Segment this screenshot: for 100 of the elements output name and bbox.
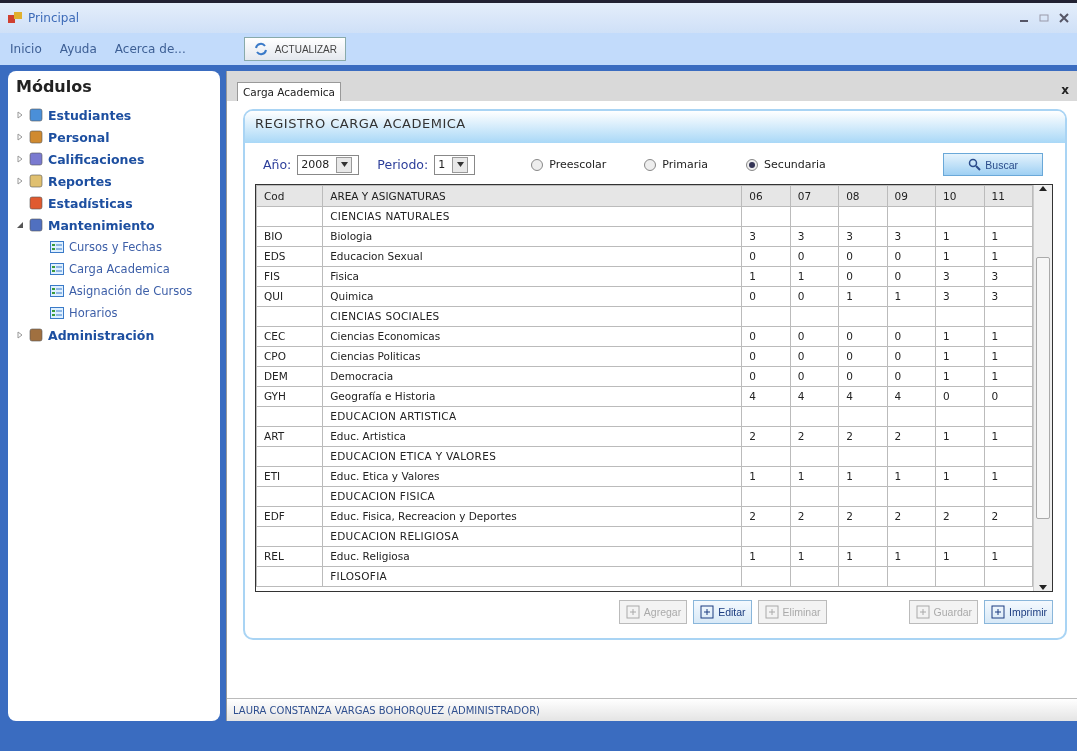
- table-cell: 3: [943, 290, 950, 302]
- table-cell: QUI: [264, 290, 284, 302]
- table-cell: 2: [749, 510, 756, 522]
- year-dropdown[interactable]: 2008: [297, 154, 360, 175]
- period-label: Periodo:: [377, 157, 429, 172]
- tree-item[interactable]: Horarios: [69, 306, 118, 320]
- column-header[interactable]: 08: [838, 185, 888, 207]
- tree-item[interactable]: Mantenimiento: [48, 217, 155, 233]
- table-cell: 1: [943, 250, 950, 262]
- scroll-up-icon[interactable]: [1039, 185, 1047, 193]
- table-cell: 1: [991, 250, 999, 262]
- group-cell: CIENCIAS SOCIALES: [330, 310, 440, 322]
- table-cell: 2: [991, 510, 999, 522]
- column-header[interactable]: AREA Y ASIGNATURAS: [322, 185, 742, 207]
- menu-item[interactable]: Inicio: [10, 42, 42, 56]
- table-cell: REL: [264, 550, 284, 562]
- table-cell: 0: [749, 290, 756, 302]
- tab-close-button[interactable]: x: [1053, 83, 1077, 101]
- menu-item[interactable]: Acerca de...: [114, 42, 186, 56]
- table-cell: 0: [749, 330, 756, 342]
- table-cell: 0: [846, 370, 853, 382]
- table-cell: 1: [894, 470, 902, 482]
- table-cell: 1: [797, 470, 805, 482]
- table-cell: 0: [797, 250, 805, 262]
- table-cell: 0: [943, 390, 950, 402]
- column-header[interactable]: 07: [790, 185, 839, 207]
- tree-item[interactable]: Estudiantes: [48, 107, 132, 123]
- table-cell: 1: [749, 470, 756, 482]
- table-cell: 4: [894, 390, 902, 402]
- table-cell: 0: [749, 250, 756, 262]
- scroll-down-icon[interactable]: [1039, 583, 1047, 591]
- table-cell: 1: [943, 430, 950, 442]
- table-cell: 1: [991, 370, 999, 382]
- group-cell: EDUCACION FISICA: [330, 490, 436, 502]
- table-cell: 3: [991, 290, 999, 302]
- table-cell: 2: [894, 430, 902, 442]
- table-cell: 1: [943, 330, 950, 342]
- action-button[interactable]: Imprimir: [984, 600, 1053, 624]
- list-icon: [50, 307, 64, 319]
- table-cell: Educ. Religiosa: [330, 550, 410, 562]
- table-cell: 1: [991, 430, 999, 442]
- close-icon[interactable]: [1059, 13, 1069, 23]
- table-cell: 1: [943, 550, 950, 562]
- tree-item[interactable]: Carga Academica: [69, 262, 170, 276]
- tab[interactable]: Carga Academica: [237, 82, 342, 101]
- radio-button[interactable]: [644, 158, 657, 171]
- table-cell: 1: [894, 290, 902, 302]
- table-cell: 4: [749, 390, 756, 402]
- refresh-button[interactable]: ACTUALIZAR: [243, 37, 346, 61]
- table-cell: Quimica: [330, 290, 374, 302]
- tree-item[interactable]: Reportes: [48, 173, 112, 189]
- menu-item[interactable]: Ayuda: [59, 42, 97, 56]
- group-cell: EDUCACION ARTISTICA: [330, 410, 457, 422]
- radio-button[interactable]: [746, 158, 759, 171]
- tree-item[interactable]: Personal: [48, 129, 110, 145]
- table-cell: 0: [894, 370, 902, 382]
- list-icon: [50, 241, 64, 253]
- table-cell: 4: [797, 390, 805, 402]
- scrollbar-thumb[interactable]: [1036, 257, 1050, 519]
- table-cell: 1: [943, 350, 950, 362]
- table-cell: 0: [749, 350, 756, 362]
- maximize-icon[interactable]: [1039, 13, 1049, 23]
- table-cell: Democracia: [330, 370, 394, 382]
- table-cell: 1: [749, 550, 756, 562]
- list-icon: [50, 263, 64, 275]
- column-header[interactable]: 09: [887, 185, 936, 207]
- expander-icon[interactable]: [16, 221, 24, 229]
- group-cell: EDUCACION ETICA Y VALORES: [330, 450, 497, 462]
- table-cell: 1: [846, 470, 853, 482]
- table-cell: Educ. Fisica, Recreacion y Deportes: [330, 510, 517, 522]
- table-cell: ART: [264, 430, 285, 442]
- panel-title: REGISTRO CARGA ACADEMICA: [245, 111, 1065, 143]
- tree-item[interactable]: Cursos y Fechas: [69, 240, 162, 254]
- table-cell: ETI: [264, 470, 281, 482]
- search-button[interactable]: Buscar: [943, 153, 1043, 176]
- table-cell: BIO: [264, 230, 283, 242]
- action-button[interactable]: Editar: [693, 600, 752, 624]
- table-cell: 0: [894, 270, 902, 282]
- tree-item[interactable]: Calificaciones: [48, 151, 145, 167]
- table-cell: 3: [797, 230, 805, 242]
- table-cell: 2: [943, 510, 950, 522]
- group-cell: FILOSOFIA: [330, 570, 388, 582]
- table-cell: 1: [991, 470, 999, 482]
- column-header[interactable]: Cod: [256, 185, 323, 207]
- table-cell: 0: [797, 370, 805, 382]
- tree-item[interactable]: Estadísticas: [48, 195, 133, 211]
- list-icon: [50, 285, 64, 297]
- period-dropdown[interactable]: 1: [434, 154, 476, 175]
- table-cell: CPO: [264, 350, 286, 362]
- column-header[interactable]: 10: [935, 185, 984, 207]
- column-header[interactable]: 11: [984, 185, 1033, 207]
- table-cell: 0: [797, 330, 805, 342]
- tree-item[interactable]: Asignación de Cursos: [69, 284, 193, 298]
- radio-button[interactable]: [531, 158, 544, 171]
- column-header[interactable]: 06: [741, 185, 791, 207]
- tree-item[interactable]: Administración: [48, 327, 155, 343]
- table-cell: 1: [797, 550, 805, 562]
- table-cell: DEM: [264, 370, 288, 382]
- table-cell: 0: [846, 350, 853, 362]
- table-cell: 2: [749, 430, 756, 442]
